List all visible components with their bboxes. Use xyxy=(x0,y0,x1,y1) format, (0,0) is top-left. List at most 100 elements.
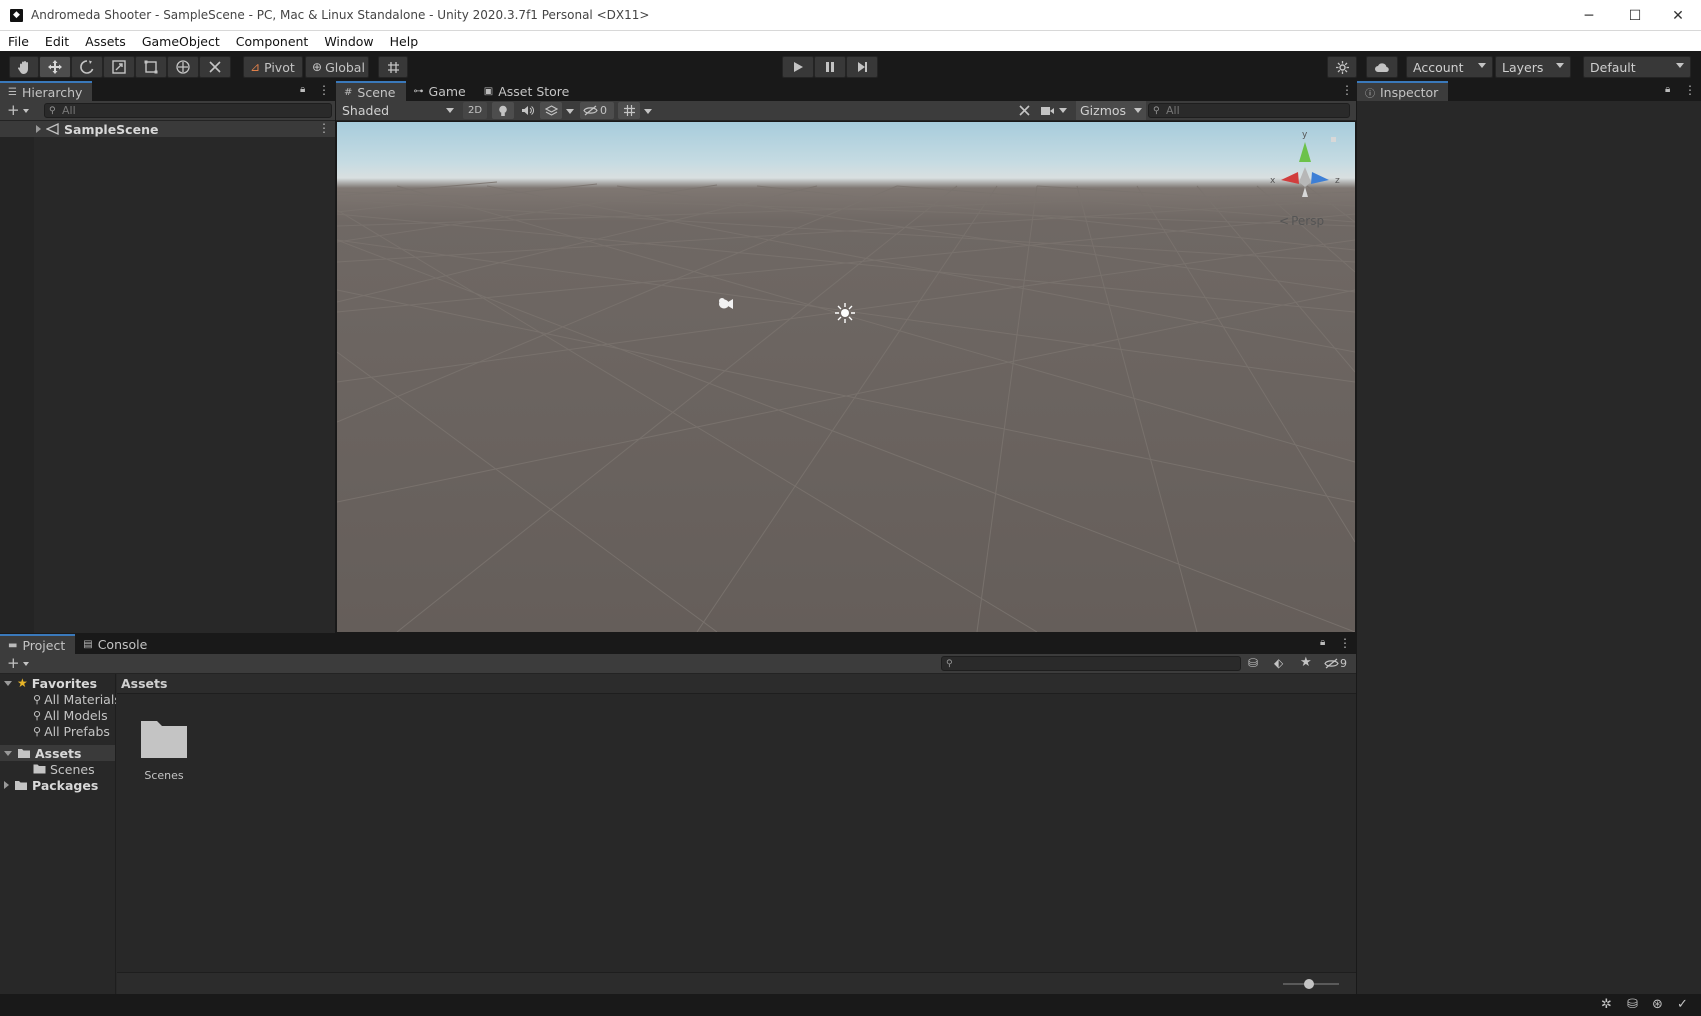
pause-button[interactable] xyxy=(814,56,846,78)
tab-console[interactable]: ▤ Console xyxy=(75,634,157,654)
filter-by-type-icon[interactable]: ⛁ xyxy=(1248,656,1258,670)
assets-scenes-row[interactable]: Scenes xyxy=(33,761,95,777)
lock-icon[interactable]: 🔒︎ xyxy=(1320,637,1325,648)
hierarchy-search-input[interactable]: ⚲ All xyxy=(44,103,332,118)
filter-by-label-icon[interactable]: ⬖ xyxy=(1274,656,1283,670)
zoom-slider[interactable] xyxy=(1283,973,1339,995)
light-gizmo-icon[interactable] xyxy=(834,302,856,324)
grid-snap-button[interactable] xyxy=(378,56,408,78)
favorites-row[interactable]: ★ Favorites xyxy=(4,675,97,691)
menu-assets[interactable]: Assets xyxy=(77,34,134,49)
rotate-tool-button[interactable] xyxy=(71,56,103,78)
camera-settings-dropdown[interactable] xyxy=(1040,102,1074,119)
chevron-down-icon xyxy=(1478,63,1486,68)
tab-scene[interactable]: # Scene xyxy=(336,81,406,101)
step-button[interactable] xyxy=(846,56,878,78)
menu-file[interactable]: File xyxy=(0,34,37,49)
shading-mode-dropdown[interactable]: Shaded xyxy=(338,101,458,120)
bug-icon[interactable]: ✲ xyxy=(1601,997,1612,1012)
favorite-all-prefabs[interactable]: ⚲ All Prefabs xyxy=(33,723,110,739)
slider-knob[interactable] xyxy=(1303,979,1314,989)
fold-arrow-icon[interactable] xyxy=(4,680,12,686)
orientation-gizmo[interactable]: y x z xyxy=(1265,130,1345,207)
project-footer xyxy=(117,972,1356,994)
kebab-menu-icon[interactable]: ⋮ xyxy=(318,83,330,97)
audio-toggle[interactable] xyxy=(516,102,538,119)
step-icon xyxy=(858,62,867,72)
hand-tool-button[interactable] xyxy=(9,56,39,78)
close-button[interactable]: ✕ xyxy=(1655,0,1701,31)
play-button[interactable] xyxy=(782,56,814,78)
layers-dropdown[interactable]: Layers xyxy=(1495,56,1571,78)
lock-icon[interactable]: 🔒︎ xyxy=(300,84,305,95)
asset-tile-scenes[interactable]: Scenes xyxy=(136,718,192,796)
scene-tools-button[interactable] xyxy=(1013,102,1035,119)
scale-tool-button[interactable] xyxy=(103,56,135,78)
menu-help[interactable]: Help xyxy=(382,34,427,49)
packages-row[interactable]: Packages xyxy=(4,777,98,793)
tab-asset-store[interactable]: ▣ Asset Store xyxy=(476,81,580,101)
fold-arrow-icon[interactable] xyxy=(4,781,9,789)
account-dropdown[interactable]: Account xyxy=(1406,56,1493,78)
progress-check-icon[interactable]: ✓ xyxy=(1677,997,1688,1012)
grid-toggle[interactable] xyxy=(618,102,640,119)
tools-icon xyxy=(209,61,221,73)
inspector-tab-label: Inspector xyxy=(1380,84,1439,100)
transform-tool-button[interactable] xyxy=(167,56,199,78)
menu-gameobject[interactable]: GameObject xyxy=(134,34,228,49)
favorite-all-materials[interactable]: ⚲ All Materials xyxy=(33,691,116,707)
scene-row[interactable]: SampleScene ⋮ xyxy=(0,121,335,137)
layout-dropdown[interactable]: Default xyxy=(1583,56,1691,78)
camera-gizmo-icon[interactable] xyxy=(717,297,735,311)
create-plus-icon[interactable]: + xyxy=(7,654,20,672)
layers-stack-icon xyxy=(544,104,558,116)
kebab-menu-icon[interactable]: ⋮ xyxy=(1339,636,1351,650)
lighting-toggle[interactable] xyxy=(492,102,514,119)
menu-window[interactable]: Window xyxy=(316,34,381,49)
star-icon[interactable]: ★ xyxy=(1300,655,1312,670)
menu-component[interactable]: Component xyxy=(228,34,317,49)
maximize-button[interactable]: ☐ xyxy=(1612,0,1658,31)
move-tool-button[interactable] xyxy=(39,56,71,78)
cache-server-icon[interactable]: ⛁ xyxy=(1627,997,1638,1012)
menu-edit[interactable]: Edit xyxy=(37,34,77,49)
breadcrumb-assets[interactable]: Assets xyxy=(121,676,167,691)
scene-viewport[interactable]: y x z < Persp xyxy=(337,122,1355,632)
lock-icon[interactable]: 🔒︎ xyxy=(1665,84,1670,95)
projection-toggle[interactable]: < Persp xyxy=(1279,214,1324,228)
gizmos-dropdown[interactable]: Gizmos xyxy=(1076,101,1146,120)
hierarchy-panel: ☰ Hierarchy 🔒︎ ⋮ + ⚲ All SampleScene ⋮ xyxy=(0,81,335,633)
minimize-button[interactable]: ─ xyxy=(1566,0,1612,31)
kebab-menu-icon[interactable]: ⋮ xyxy=(1341,83,1353,97)
scene-search-input[interactable]: ⚲ All xyxy=(1148,103,1350,118)
effects-toggle[interactable] xyxy=(540,102,562,119)
scene-kebab-icon[interactable]: ⋮ xyxy=(318,121,330,135)
global-toggle[interactable]: ⊕ Global xyxy=(305,56,369,78)
fold-arrow-icon[interactable] xyxy=(36,125,41,133)
2d-mode-toggle[interactable]: 2D xyxy=(463,102,487,119)
tab-hierarchy[interactable]: ☰ Hierarchy xyxy=(0,81,93,101)
chevron-down-icon[interactable] xyxy=(23,109,29,113)
chevron-down-icon[interactable] xyxy=(644,109,652,114)
custom-tool-button[interactable] xyxy=(199,56,231,78)
fold-arrow-icon[interactable] xyxy=(4,750,12,756)
assets-row[interactable]: Assets xyxy=(0,745,115,761)
project-visibility-toggle[interactable]: 9 xyxy=(1324,657,1347,670)
tab-inspector[interactable]: ⓘ Inspector xyxy=(1357,81,1449,101)
pivot-toggle[interactable]: ⊿ Pivot xyxy=(243,56,303,78)
kebab-menu-icon[interactable]: ⋮ xyxy=(1684,83,1696,97)
project-search-input[interactable]: ⚲ xyxy=(941,656,1241,671)
chevron-down-icon[interactable] xyxy=(23,662,29,666)
axis-z-label: z xyxy=(1335,176,1340,186)
scene-visibility-toggle[interactable]: 0 xyxy=(580,102,614,119)
scale-icon xyxy=(112,60,126,74)
rect-tool-button[interactable] xyxy=(135,56,167,78)
services-button[interactable] xyxy=(1327,56,1357,78)
collab-button[interactable] xyxy=(1366,56,1398,78)
auto-generate-lighting-icon[interactable]: ⊛ xyxy=(1652,997,1663,1012)
tab-project[interactable]: ▬ Project xyxy=(0,634,76,654)
create-plus-icon[interactable]: + xyxy=(7,101,20,119)
favorite-all-models[interactable]: ⚲ All Models xyxy=(33,707,108,723)
tab-game[interactable]: ⊶ Game xyxy=(406,81,476,101)
chevron-down-icon[interactable] xyxy=(566,109,574,114)
